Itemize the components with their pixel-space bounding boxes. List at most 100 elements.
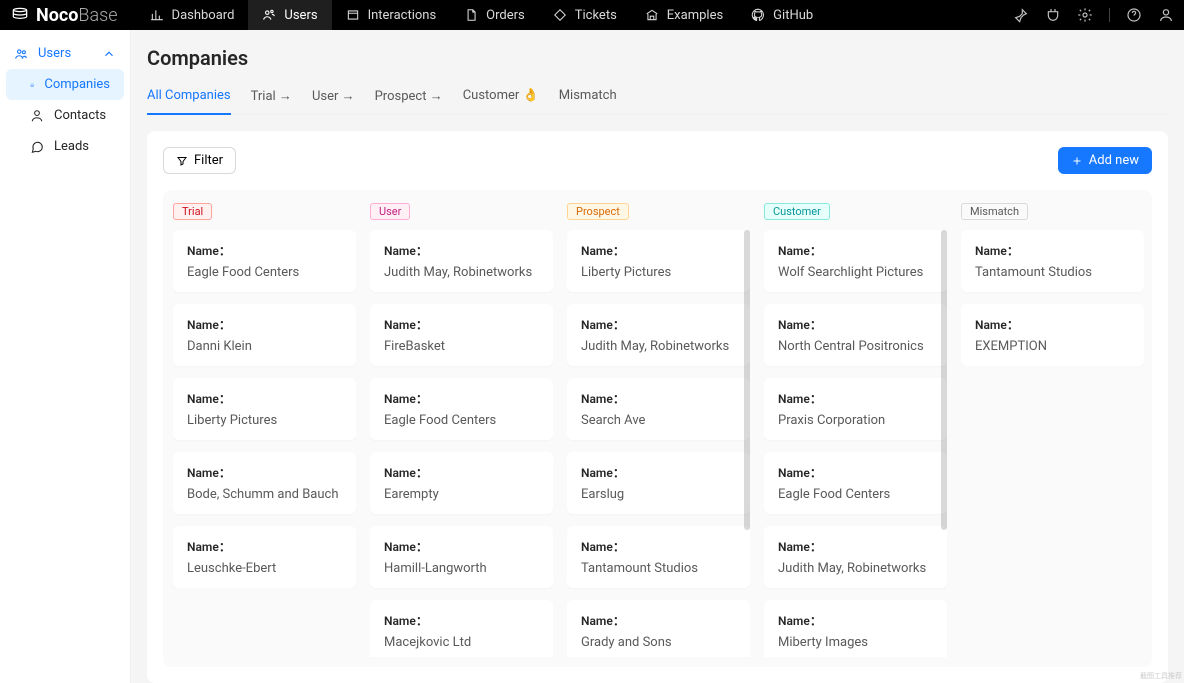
sidebar-parent-label: Users <box>38 46 71 61</box>
column-tag: Trial <box>173 203 212 220</box>
card-field-label: Name： <box>384 390 539 407</box>
scrollbar[interactable] <box>744 230 750 530</box>
sidebar-item-leads[interactable]: Leads <box>0 131 130 162</box>
topbar: NocoBase DashboardUsers Interactions Order… <box>0 0 1184 30</box>
tab-all-companies[interactable]: All Companies <box>147 80 231 115</box>
company-card[interactable]: Name：Tantamount Studios <box>961 230 1144 292</box>
bank-icon <box>30 78 34 92</box>
tab-user-[interactable]: User → <box>312 80 355 114</box>
company-card[interactable]: Name：Earempty <box>370 452 553 514</box>
column-cards: Name： Liberty Pictures Name：Judith May, Ro… <box>567 230 750 657</box>
company-card[interactable]: Name：Miberty Images <box>764 600 947 657</box>
filter-icon <box>176 155 188 167</box>
company-card[interactable]: Name： Liberty Pictures <box>567 230 750 292</box>
company-card[interactable]: Name：North Central Positronics <box>764 304 947 366</box>
panel-header: Filter Add new <box>163 147 1152 174</box>
filter-button[interactable]: Filter <box>163 147 236 174</box>
plus-icon <box>1071 155 1083 167</box>
company-card[interactable]: Name：Eagle Food Centers <box>173 230 356 292</box>
card-field-label: Name： <box>187 390 342 407</box>
column-cards: Name：Eagle Food CentersName：Danni KleinN… <box>173 230 356 588</box>
card-field-label: Name： <box>975 242 1130 259</box>
company-card[interactable]: Name：Judith May, Robinetworks <box>764 526 947 588</box>
gear-icon[interactable] <box>1077 7 1093 23</box>
card-field-value: Tantamount Studios <box>581 561 736 576</box>
company-card[interactable]: Name：FireBasket <box>370 304 553 366</box>
company-card[interactable]: Name：Leuschke-Ebert <box>173 526 356 588</box>
help-icon[interactable] <box>1126 7 1142 23</box>
add-new-button[interactable]: Add new <box>1058 147 1152 174</box>
card-field-value: Earempty <box>384 487 539 502</box>
company-card[interactable]: Name： Eagle Food Centers <box>370 378 553 440</box>
card-field-label: Name： <box>581 390 736 407</box>
nav-label: Tickets <box>575 8 617 23</box>
company-card[interactable]: Name：Grady and Sons <box>567 600 750 657</box>
company-card[interactable]: Name：Judith May, Robinetworks <box>567 304 750 366</box>
sidebar-item-contacts[interactable]: Contacts <box>0 100 130 131</box>
company-card[interactable]: Name： Danni Klein <box>173 304 356 366</box>
card-field-label: Name： <box>581 242 736 259</box>
page-title: Companies <box>147 46 1168 70</box>
card-field-label: Name： <box>384 316 539 333</box>
nav-github[interactable]: GitHub <box>737 0 827 30</box>
nav-orders[interactable]: Orders <box>450 0 539 30</box>
nav-interactions[interactable]: Interactions <box>332 0 451 30</box>
card-field-label: Name： <box>778 538 933 555</box>
company-card[interactable]: Name：Search Ave <box>567 378 750 440</box>
card-field-value: Earslug <box>581 487 736 502</box>
card-field-label: Name： <box>187 464 342 481</box>
company-card[interactable]: Name：Praxis Corporation <box>764 378 947 440</box>
tab-trial-[interactable]: Trial → <box>251 80 292 114</box>
content-panel: Filter Add new Trial Name： Eagle Food Cent… <box>147 131 1168 683</box>
tag-icon <box>553 8 567 22</box>
card-field-value: Eagle Food Centers <box>384 413 539 428</box>
company-card[interactable]: Name： Earslug <box>567 452 750 514</box>
company-card[interactable]: Name：EXEMPTION <box>961 304 1144 366</box>
card-field-label: Name： <box>581 612 736 629</box>
company-card[interactable]: Name：Tantamount Studios <box>567 526 750 588</box>
company-card[interactable]: Name：Judith May, Robinetworks <box>370 230 553 292</box>
sidebar-parent-users[interactable]: Users <box>0 38 130 69</box>
tabs: All Companies Trial → User → Prospect → Cust… <box>147 80 1168 115</box>
sidebar-item-label: Contacts <box>54 108 106 123</box>
sidebar: Users Companies Contacts Leads <box>0 30 131 683</box>
card-field-label: Name： <box>187 242 342 259</box>
column-cards: Name：Wolf Searchlight Pictures Name：North… <box>764 230 947 657</box>
users-icon <box>14 47 28 61</box>
tab-prospect-[interactable]: Prospect → <box>375 80 443 114</box>
column-header: Customer <box>764 200 947 220</box>
nav-tickets[interactable]: Tickets <box>539 0 631 30</box>
tab-customer-[interactable]: Customer 👌 <box>463 80 539 114</box>
card-field-label: Name： <box>581 464 736 481</box>
card-field-label: Name： <box>187 316 342 333</box>
column-header: Prospect <box>567 200 750 220</box>
nav-dashboard[interactable]: Dashboard <box>136 0 249 30</box>
tab-mismatch[interactable]: Mismatch <box>559 80 617 114</box>
company-card[interactable]: Name：Macejkovic Ltd <box>370 600 553 657</box>
column-tag: Prospect <box>567 203 629 220</box>
pushpin-icon[interactable] <box>1013 7 1029 23</box>
company-card[interactable]: Name：Hamill-Langworth <box>370 526 553 588</box>
card-field-label: Name： <box>778 316 933 333</box>
plugin-icon[interactable] <box>1045 7 1061 23</box>
nav-examples[interactable]: Examples <box>631 0 737 30</box>
user-icon[interactable] <box>1158 7 1174 23</box>
column-tag: User <box>370 203 410 220</box>
card-field-value: EXEMPTION <box>975 339 1130 354</box>
nav-label: Interactions <box>368 8 437 23</box>
company-card[interactable]: Name：Liberty Pictures <box>173 378 356 440</box>
company-card[interactable]: Name：Bode, Schumm and Bauch <box>173 452 356 514</box>
company-card[interactable]: Name：Eagle Food Centers <box>764 452 947 514</box>
kanban-board: Trial Name： Eagle Food Centers Name： Danni K… <box>163 190 1152 667</box>
nav-users[interactable]: Users <box>248 0 331 30</box>
company-card[interactable]: Name：Wolf Searchlight Pictures <box>764 230 947 292</box>
divider <box>1109 8 1110 22</box>
card-field-value: Liberty Pictures <box>581 265 736 280</box>
logo[interactable]: NocoBase <box>10 5 118 26</box>
card-field-value: Danni Klein <box>187 339 342 354</box>
sidebar-item-label: Companies <box>44 77 110 92</box>
column-header: User <box>370 200 553 220</box>
card-field-label: Name： <box>581 316 736 333</box>
sidebar-item-companies[interactable]: Companies <box>6 69 124 100</box>
scrollbar[interactable] <box>941 230 947 530</box>
